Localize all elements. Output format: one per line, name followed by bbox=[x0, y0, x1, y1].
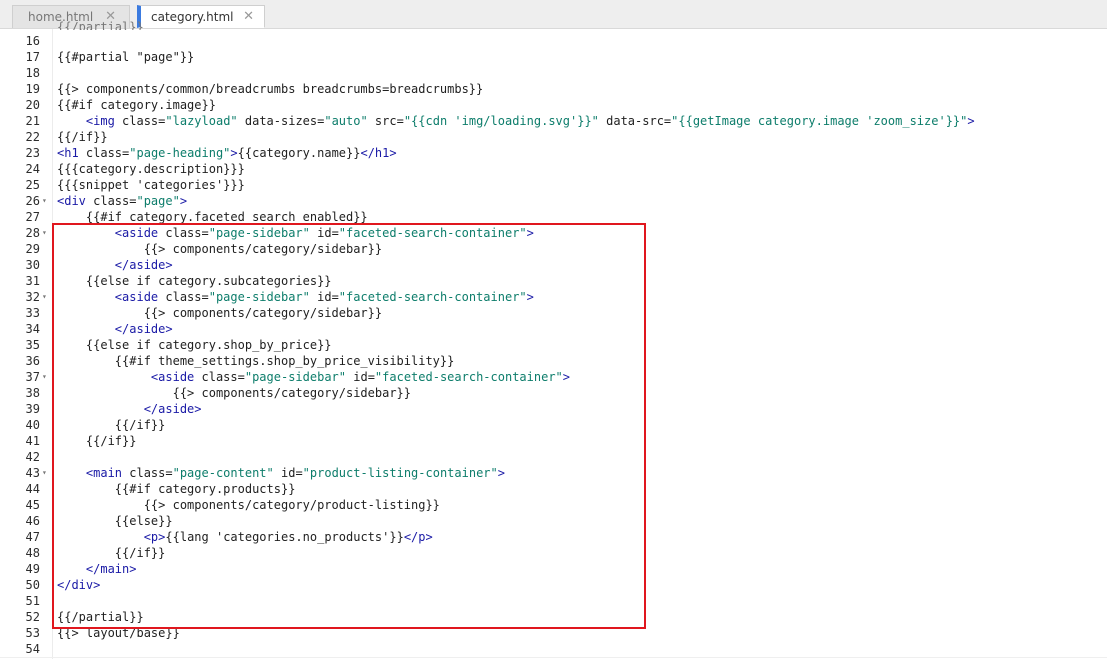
line-number: 42 bbox=[25, 450, 40, 464]
code-text: {{> components/common/breadcrumbs breadc… bbox=[57, 82, 484, 96]
line-number: 45 bbox=[25, 498, 40, 512]
code-editor[interactable]: {{/partial}} 16 17 {{#partial "page"}} 18 19… bbox=[0, 20, 1107, 669]
line-number: 35 bbox=[25, 338, 40, 352]
code-text: {{{category.description}}} bbox=[57, 162, 245, 176]
line-number: 53 bbox=[25, 626, 40, 640]
line-number: 33 bbox=[25, 306, 40, 320]
fold-toggle-icon[interactable]: ▾ bbox=[42, 289, 47, 305]
fold-toggle-icon[interactable]: ▾ bbox=[42, 369, 47, 385]
line-number: 49 bbox=[25, 562, 40, 576]
editor-bottom-divider bbox=[0, 657, 1107, 658]
line-number: 41 bbox=[25, 434, 40, 448]
code-line-partial-top: {{/partial}} bbox=[57, 20, 144, 30]
code-text: <img class="lazyload" data-sizes="auto" … bbox=[85, 114, 975, 128]
line-number: 25 bbox=[25, 178, 40, 192]
close-icon[interactable]: ✕ bbox=[243, 9, 254, 24]
line-number: 26 bbox=[25, 194, 40, 208]
line-number: 48 bbox=[25, 546, 40, 560]
line-number: 30 bbox=[25, 258, 40, 272]
line-number: 31 bbox=[25, 274, 40, 288]
line-number: 50 bbox=[25, 578, 40, 592]
line-number: 19 bbox=[25, 82, 40, 96]
editor-tab-bar: home.html ✕ category.html ✕ bbox=[0, 0, 1107, 29]
line-number: 28 bbox=[25, 226, 40, 240]
line-number: 32 bbox=[25, 290, 40, 304]
code-text: {{/if}} bbox=[57, 130, 108, 144]
code-text: <h1 class="page-heading">{{category.name… bbox=[57, 146, 397, 160]
line-number: 18 bbox=[25, 66, 40, 80]
tab-label: category.html bbox=[151, 9, 234, 24]
line-number: 34 bbox=[25, 322, 40, 336]
line-number: 24 bbox=[25, 162, 40, 176]
fold-toggle-icon[interactable]: ▾ bbox=[42, 193, 47, 209]
line-number: 17 bbox=[25, 50, 40, 64]
line-number: 44 bbox=[25, 482, 40, 496]
tab-category-html[interactable]: category.html ✕ bbox=[137, 5, 265, 28]
line-number: 23 bbox=[25, 146, 40, 160]
line-number: 21 bbox=[25, 114, 40, 128]
line-number: 36 bbox=[25, 354, 40, 368]
code-text: <div class="page"> bbox=[57, 194, 188, 208]
line-number: 46 bbox=[25, 514, 40, 528]
code-text: {{#if category.image}} bbox=[57, 98, 216, 112]
line-number: 54 bbox=[25, 642, 40, 656]
fold-toggle-icon[interactable]: ▾ bbox=[42, 225, 47, 241]
line-number: 39 bbox=[25, 402, 40, 416]
line-number: 43 bbox=[25, 466, 40, 480]
line-number: 38 bbox=[25, 386, 40, 400]
highlight-annotation-box bbox=[52, 223, 646, 629]
line-number: 22 bbox=[25, 130, 40, 144]
line-number: 27 bbox=[25, 210, 40, 224]
line-number: 37 bbox=[25, 370, 40, 384]
line-number: 16 bbox=[25, 34, 40, 48]
code-text: {{{snippet 'categories'}}} bbox=[57, 178, 245, 192]
line-number: 51 bbox=[25, 594, 40, 608]
line-number: 29 bbox=[25, 242, 40, 256]
line-number: 52 bbox=[25, 610, 40, 624]
line-number: 20 bbox=[25, 98, 40, 112]
code-text: {{#partial "page"}} bbox=[57, 50, 195, 64]
fold-toggle-icon[interactable]: ▾ bbox=[42, 465, 47, 481]
line-number: 47 bbox=[25, 530, 40, 544]
line-number: 40 bbox=[25, 418, 40, 432]
